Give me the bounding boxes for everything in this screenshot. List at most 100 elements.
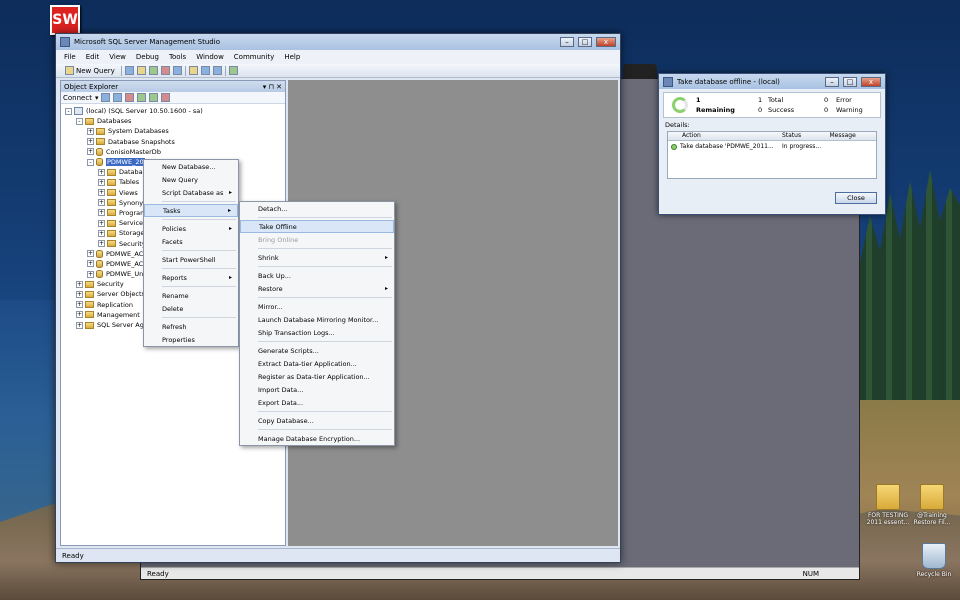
menu-item-refresh[interactable]: Refresh (144, 320, 238, 333)
tree-node-label: System Databases (108, 127, 169, 136)
tree-node[interactable]: + ConisioMasterDb (61, 147, 285, 157)
expand-icon[interactable]: + (98, 199, 105, 207)
column-action[interactable]: Action (668, 132, 779, 140)
column-message[interactable]: Message (827, 132, 877, 140)
connect-icon[interactable] (101, 93, 111, 102)
menu-item-rename[interactable]: Rename (144, 289, 238, 302)
menu-item-detach[interactable]: Detach... (240, 202, 394, 215)
dialog-close-button[interactable]: Close (835, 192, 877, 204)
mdx-query-icon[interactable] (148, 66, 158, 75)
expand-icon[interactable]: + (87, 127, 94, 135)
activity-monitor-icon[interactable] (228, 66, 238, 75)
table-row[interactable]: Take database 'PDMWE_2011... In progress… (668, 141, 876, 152)
menu-item-start-powershell[interactable]: Start PowerShell (144, 253, 238, 266)
tree-node[interactable]: - Databases (61, 116, 285, 126)
xmla-query-icon[interactable] (172, 66, 182, 75)
refresh-icon[interactable] (149, 93, 159, 102)
new-query-button[interactable]: New Query (62, 66, 118, 75)
menu-item-back-up[interactable]: Back Up... (240, 269, 394, 282)
desktop-icon-for-testing[interactable]: FOR TESTING 2011 essent... (866, 484, 910, 526)
stop-icon[interactable] (125, 93, 135, 102)
expand-icon[interactable]: + (98, 219, 105, 227)
expand-icon[interactable]: + (87, 270, 94, 278)
menu-item-delete[interactable]: Delete (144, 302, 238, 315)
ssms-titlebar[interactable]: Microsoft SQL Server Management Studio –… (56, 34, 620, 50)
menu-item-new-database[interactable]: New Database... (144, 160, 238, 173)
column-status[interactable]: Status (779, 132, 827, 140)
save-icon[interactable] (200, 66, 210, 75)
menu-item-shrink[interactable]: Shrink ▸ (240, 251, 394, 264)
desktop-icon-recycle-bin[interactable]: Recycle Bin (912, 543, 956, 578)
menu-item-script-database-as[interactable]: Script Database as ▸ (144, 186, 238, 199)
expand-icon[interactable]: + (76, 290, 83, 298)
menu-item-generate-scripts[interactable]: Generate Scripts... (240, 344, 394, 357)
maximize-button[interactable]: □ (578, 37, 592, 47)
chevron-down-icon[interactable]: ▾ (95, 94, 99, 102)
dmx-query-icon[interactable] (160, 66, 170, 75)
menu-item-restore[interactable]: Restore ▸ (240, 282, 394, 295)
menu-community[interactable]: Community (234, 53, 275, 61)
menu-item-properties[interactable]: Properties (144, 333, 238, 346)
expand-icon[interactable]: + (98, 229, 105, 237)
dialog-maximize-button[interactable]: □ (843, 76, 857, 87)
collapse-icon[interactable]: - (76, 117, 83, 125)
collapse-icon[interactable]: - (87, 158, 94, 166)
expand-icon[interactable]: + (76, 301, 83, 309)
expand-icon[interactable]: + (98, 189, 105, 197)
pin-icon[interactable]: ▾ ⊓ ✕ (263, 83, 282, 91)
save-all-icon[interactable] (212, 66, 222, 75)
expand-icon[interactable]: + (87, 138, 94, 146)
menu-view[interactable]: View (109, 53, 126, 61)
menu-tools[interactable]: Tools (169, 53, 186, 61)
menu-item-copy-database[interactable]: Copy Database... (240, 414, 394, 427)
desktop-icon-training-restore[interactable]: @Training Restore Fil... (910, 484, 954, 526)
expand-icon[interactable]: + (98, 178, 105, 186)
expand-icon[interactable]: + (87, 148, 94, 156)
menu-item-facets[interactable]: Facets (144, 235, 238, 248)
menu-file[interactable]: File (64, 53, 76, 61)
analysis-query-icon[interactable] (136, 66, 146, 75)
minimize-button[interactable]: – (560, 37, 574, 47)
dialog-minimize-button[interactable]: – (825, 76, 839, 87)
disconnect-icon[interactable] (113, 93, 123, 102)
expand-icon[interactable]: + (87, 260, 94, 268)
menu-item-reports[interactable]: Reports ▸ (144, 271, 238, 284)
menu-item-policies[interactable]: Policies ▸ (144, 222, 238, 235)
tree-node[interactable]: + System Databases (61, 126, 285, 136)
menu-item-manage-database-encryption[interactable]: Manage Database Encryption... (240, 432, 394, 445)
menu-item-ship-transaction-logs[interactable]: Ship Transaction Logs... (240, 326, 394, 339)
expand-icon[interactable]: + (87, 250, 94, 258)
menu-bar: File Edit View Debug Tools Window Commun… (56, 50, 620, 64)
summary-icon[interactable] (161, 93, 171, 102)
collapse-icon[interactable]: - (65, 107, 72, 115)
menu-window[interactable]: Window (196, 53, 224, 61)
expand-icon[interactable]: + (98, 209, 105, 217)
expand-icon[interactable]: + (98, 240, 105, 248)
database-engine-query-icon[interactable] (124, 66, 134, 75)
open-file-icon[interactable] (188, 66, 198, 75)
menu-item-tasks[interactable]: Tasks ▸ (144, 204, 238, 217)
menu-edit[interactable]: Edit (86, 53, 100, 61)
expand-icon[interactable]: + (76, 311, 83, 319)
tree-node[interactable]: - (local) (SQL Server 10.50.1600 - sa) (61, 106, 285, 116)
menu-item-extract-data-tier-application[interactable]: Extract Data-tier Application... (240, 357, 394, 370)
menu-debug[interactable]: Debug (136, 53, 159, 61)
menu-help[interactable]: Help (284, 53, 300, 61)
dialog-titlebar[interactable]: Take database offline - (local) – □ x (659, 74, 885, 89)
menu-item-mirror[interactable]: Mirror... (240, 300, 394, 313)
dialog-close-x-button[interactable]: x (861, 76, 881, 87)
menu-item-import-data[interactable]: Import Data... (240, 383, 394, 396)
connect-dropdown[interactable]: Connect (63, 94, 92, 102)
close-button[interactable]: x (596, 37, 616, 47)
menu-item-export-data[interactable]: Export Data... (240, 396, 394, 409)
menu-item-register-as-data-tier-application[interactable]: Register as Data-tier Application... (240, 370, 394, 383)
menu-item-new-query[interactable]: New Query (144, 173, 238, 186)
expand-icon[interactable]: + (76, 321, 83, 329)
expand-icon[interactable]: + (76, 280, 83, 288)
menu-item-take-offline[interactable]: Take Offline (240, 220, 394, 233)
menu-item-launch-database-mirroring-monitor[interactable]: Launch Database Mirroring Monitor... (240, 313, 394, 326)
tree-node[interactable]: + Database Snapshots (61, 137, 285, 147)
filter-icon[interactable] (137, 93, 147, 102)
solidworks-desktop-icon[interactable]: SW (50, 5, 80, 35)
expand-icon[interactable]: + (98, 168, 105, 176)
